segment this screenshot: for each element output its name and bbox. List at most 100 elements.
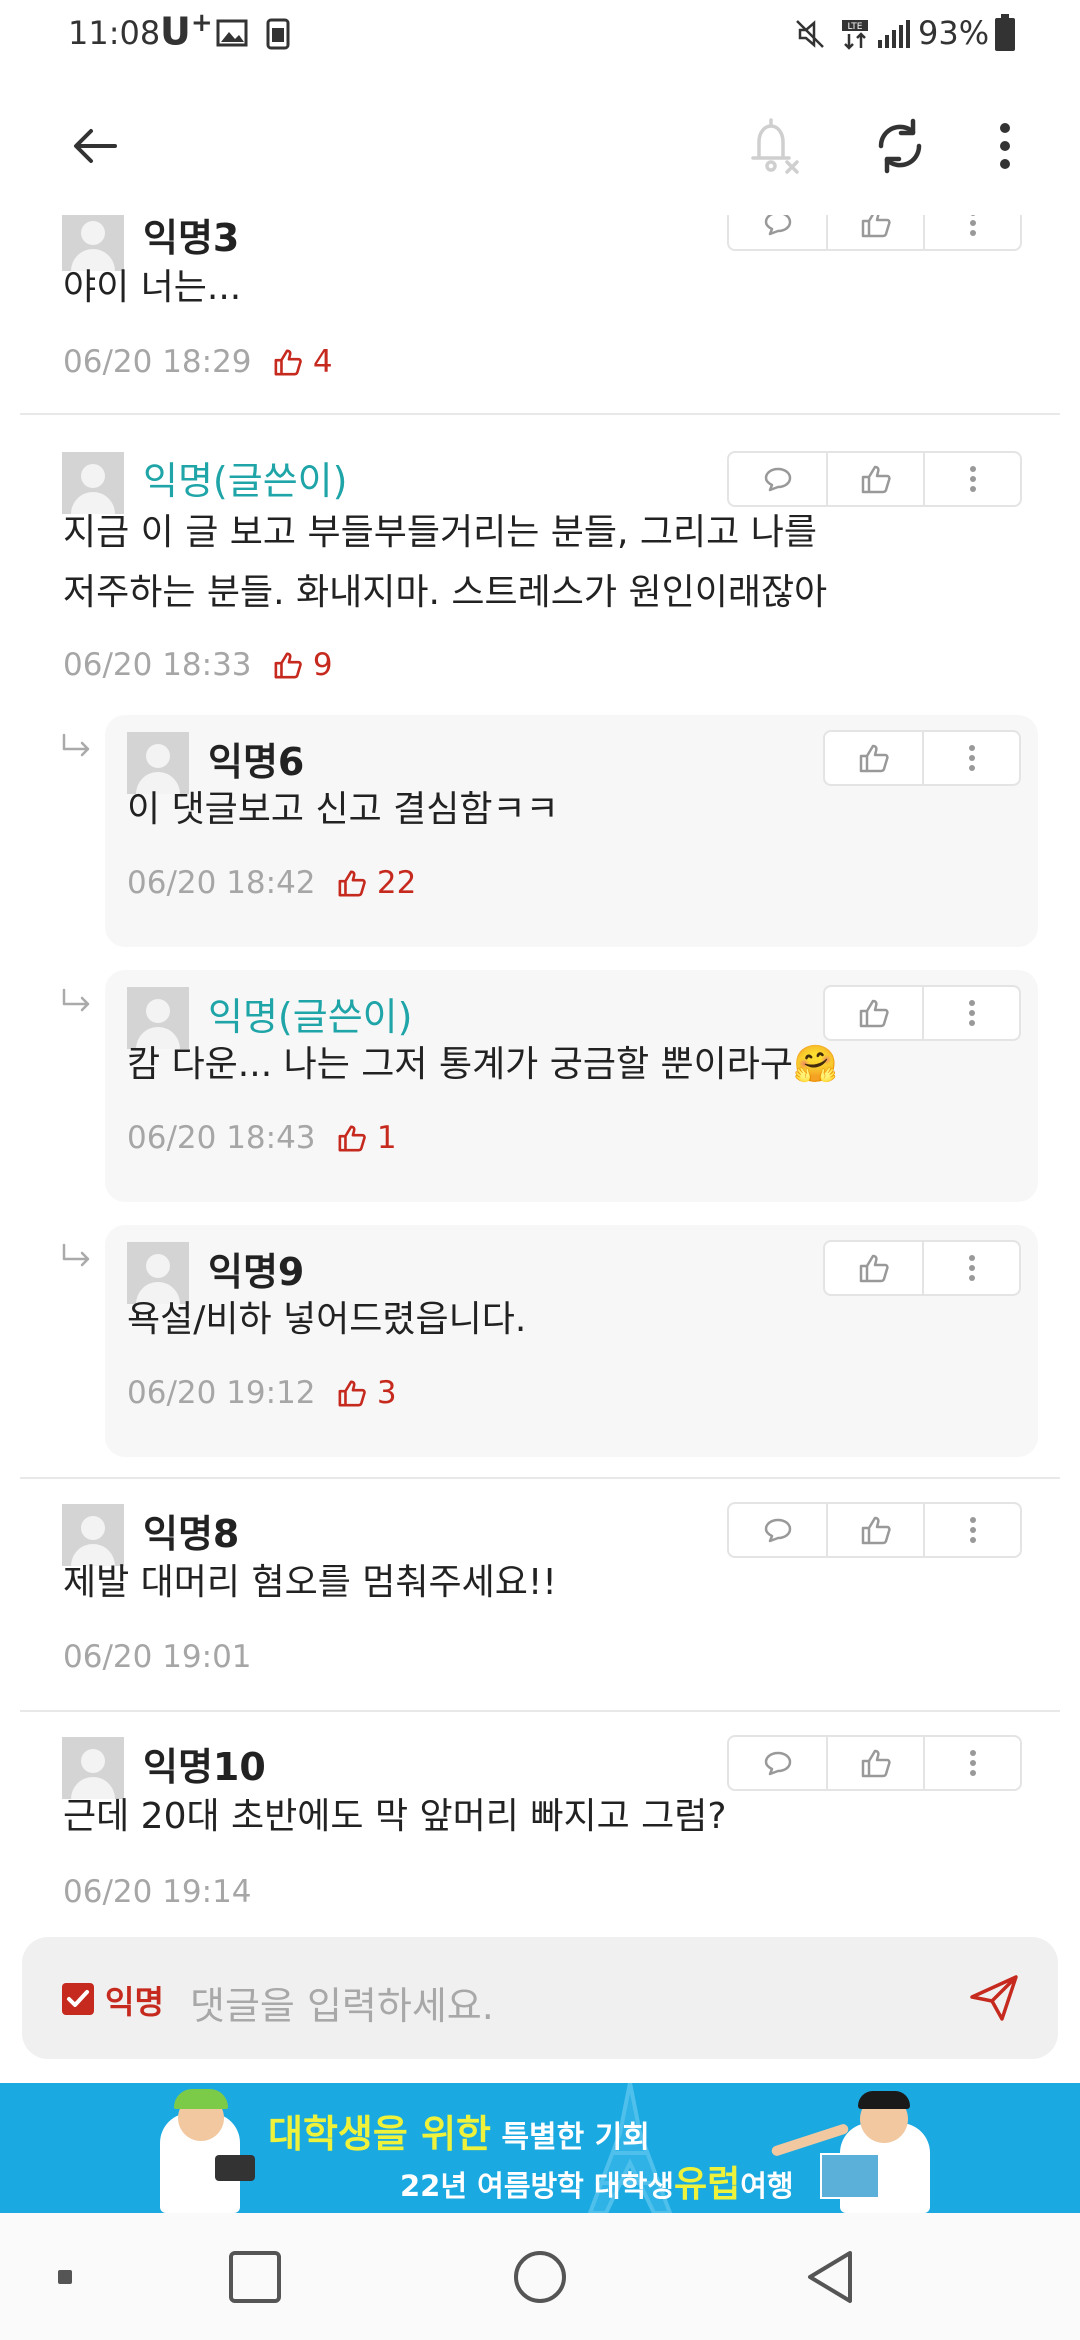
comment-author: 익명10 [143,1745,266,1789]
like-button[interactable] [826,1504,923,1556]
notification-off-button[interactable] [735,106,815,186]
reply-more-button[interactable] [922,987,1019,1039]
svg-text:LTE: LTE [848,22,863,32]
thumbs-up-icon [861,1516,891,1545]
like-count: 3 [337,1375,397,1411]
comment-text-line2: 저주하는 분들. 화내지마. 스트레스가 원인이래잖아 [63,572,828,613]
comment-author: 익명8 [143,1512,240,1556]
comment-datetime: 06/20 19:14 [63,1874,252,1910]
comment-more-button[interactable] [923,1504,1020,1556]
thumbs-up-icon [861,1749,891,1778]
reply-arrow-icon [62,733,90,757]
more-vertical-icon [969,1517,976,1543]
battery-icon [994,14,1016,56]
reply-text: 캄 다운... 나는 그저 통계가 궁금할 뿐이라구🤗 [127,1044,838,1085]
speech-bubble-icon [764,1751,791,1776]
like-count: 4 [273,344,333,380]
like-button[interactable] [825,732,922,784]
dot-icon [58,2269,72,2284]
ad-banner[interactable]: 대학생을 위한 특별한 기회 22년 여름방학 대학생유럽여행 [0,2083,1080,2213]
banner-subline: 22년 여름방학 대학생유럽여행 [400,2164,794,2205]
system-nav-bar [0,2213,1080,2340]
comment-item: 익명3 야이 너는... 06/20 18:29 4 [20,215,1060,435]
reply-button[interactable] [729,1504,826,1556]
hugging-face-emoji: 🤗 [793,1044,838,1085]
speech-bubble-icon [764,215,791,236]
comment-input[interactable]: 댓글을 입력하세요. [190,1975,494,2030]
triangle-back-icon [808,2250,852,2303]
thumbs-up-icon [859,999,889,1028]
like-count: 9 [273,647,333,683]
send-icon [970,1975,1018,2021]
comment-text-line1: 지금 이 글 보고 부들부들거리는 분들, 그리고 나를 [63,512,817,553]
reply-more-button[interactable] [922,1242,1019,1294]
reply-button[interactable] [729,453,826,505]
like-button[interactable] [825,1242,922,1294]
like-button[interactable] [826,453,923,505]
reply-button[interactable] [729,215,826,249]
comment-more-button[interactable] [923,1737,1020,1789]
comment-author: 익명3 [143,216,240,260]
like-button[interactable] [826,215,923,249]
reply-more-button[interactable] [922,732,1019,784]
more-vertical-icon [968,745,975,771]
send-button[interactable] [968,1973,1020,2027]
reply-text: 욕설/비하 넣어드렸읍니다. [127,1299,527,1340]
cap-illustration [174,2089,228,2109]
status-bar: 11:08 U+ LTE 93% [0,0,1080,70]
refresh-button[interactable] [860,106,940,186]
home-button[interactable] [500,2213,580,2340]
circle-icon [514,2250,566,2303]
pointing-arm-illustration [770,2122,850,2158]
like-button[interactable] [825,987,922,1039]
comment-more-button[interactable] [923,453,1020,505]
thumbs-up-icon [338,1380,366,1407]
comment-text: 근데 20대 초반에도 막 앞머리 빠지고 그럼? [63,1796,727,1837]
more-vertical-icon [969,1750,976,1776]
thumbs-up-icon [274,349,302,376]
thumbs-up-icon [861,215,891,238]
more-menu-button[interactable] [965,106,1045,186]
reply-author: 익명6 [208,740,305,784]
like-count: 22 [337,865,416,901]
more-vertical-icon [968,1000,975,1026]
square-icon [229,2250,281,2303]
thumbs-up-icon [859,1254,889,1283]
thumbs-up-icon [861,465,891,494]
reply-actions [823,985,1021,1041]
divider [20,1477,1060,1479]
carrier-label: U+ [160,8,213,54]
comment-item: 익명8 제발 대머리 혐오를 멈춰주세요!! 06/20 19:01 [20,1477,1060,1712]
reply-author: 익명9 [208,1250,305,1294]
reply-text: 이 댓글보고 신고 결심함ㅋㅋ [127,789,559,830]
sim-card-icon [266,18,290,54]
speech-bubble-icon [764,1518,791,1543]
lte-icon: LTE [840,18,870,56]
reply-actions [823,730,1021,786]
nav-menu-button[interactable] [40,2213,90,2340]
comment-input-bar: 익명 댓글을 입력하세요. [22,1937,1058,2059]
camera-illustration [215,2155,255,2181]
back-button[interactable] [55,106,135,186]
comment-list[interactable]: 익명3 야이 너는... 06/20 18:29 4 익명(글쓴이) 지금 이 … [0,215,1080,1920]
comment-author: 익명(글쓴이) [143,459,348,503]
recent-apps-button[interactable] [215,2213,295,2340]
reply-item: 익명6 이 댓글보고 신고 결심함ㅋㅋ 06/20 18:42 22 [105,715,1038,947]
reply-item: 익명9 욕설/비하 넣어드렸읍니다. 06/20 19:12 3 [105,1225,1038,1457]
refresh-icon [878,118,922,174]
anonymous-label[interactable]: 익명 [105,1977,164,2023]
divider [20,413,1060,415]
arrow-left-icon [74,129,117,163]
comment-actions [727,1735,1022,1791]
reply-button[interactable] [729,1737,826,1789]
back-nav-button[interactable] [790,2213,870,2340]
app-bar [0,70,1080,215]
comment-more-button[interactable] [923,215,1020,249]
status-time: 11:08 [68,14,161,52]
anonymous-checkbox[interactable] [62,1983,94,2015]
comment-actions [727,451,1022,507]
like-button[interactable] [826,1737,923,1789]
reply-datetime: 06/20 18:42 [127,865,316,901]
more-vertical-icon [969,466,976,492]
comment-item: 익명10 근데 20대 초반에도 막 앞머리 빠지고 그럼? 06/20 19:… [20,1712,1060,1920]
